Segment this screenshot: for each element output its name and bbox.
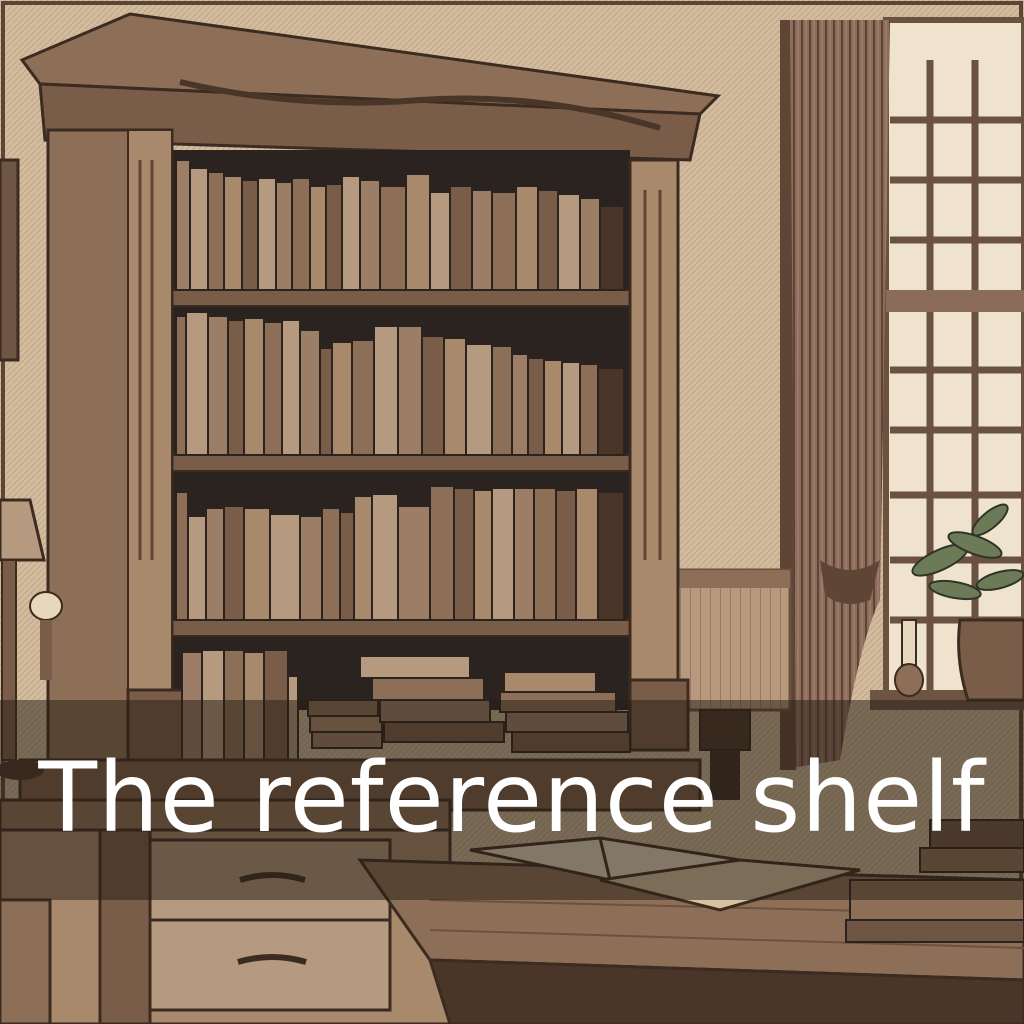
caption-title: The reference shelf xyxy=(38,742,986,854)
window-icon xyxy=(870,17,1024,710)
bookcase-icon xyxy=(18,12,722,812)
wall-picture-icon xyxy=(0,158,20,362)
